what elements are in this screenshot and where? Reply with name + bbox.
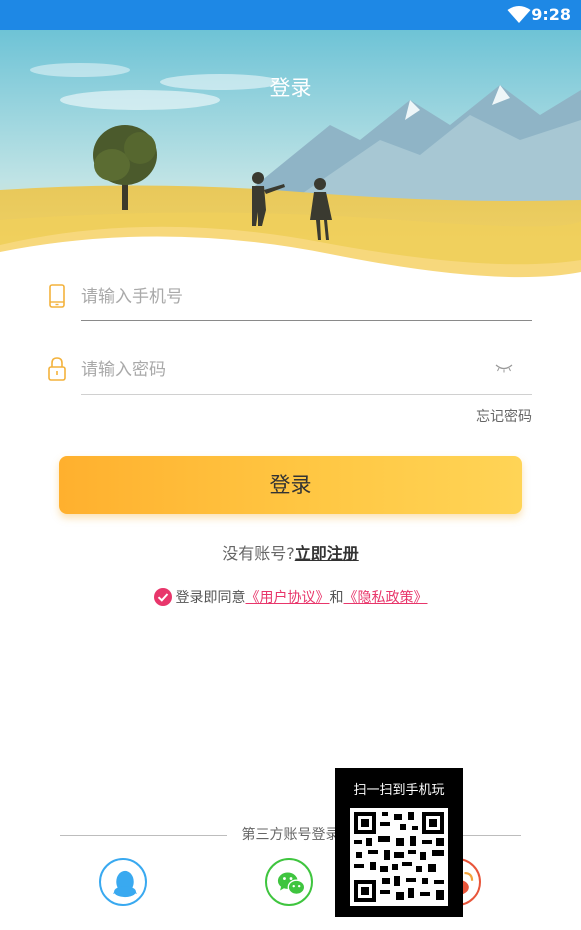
qr-title: 扫一扫到手机玩 [353,783,445,798]
qr-code-image [354,812,444,902]
register-row: 没有账号?立即注册 [0,543,581,565]
privacy-policy-link[interactable]: 《隐私政策》 [344,590,428,606]
wechat-login-button[interactable] [265,858,313,906]
hero-illustration [0,30,581,280]
lock-icon [48,357,66,381]
eye-closed-icon[interactable] [494,362,514,374]
check-circle-icon[interactable] [153,588,172,606]
qq-login-button[interactable] [99,858,147,906]
page-title: 登录 [269,76,312,100]
agreement-row: 登录即同意《用户协议》和《隐私政策》 [0,587,581,609]
agreement-prefix: 登录即同意 [175,590,246,606]
phone-underline [81,320,532,321]
wechat-icon [277,872,306,896]
hero-banner: 登录 [0,30,581,280]
status-bar: 9:28 [0,0,581,30]
password-input[interactable] [81,355,481,385]
wifi-icon [507,6,531,23]
register-link[interactable]: 立即注册 [295,544,359,563]
password-underline [81,394,532,395]
third-party-label: 第三方账号登录 [241,827,340,843]
forgot-password-link[interactable]: 忘记密码 [476,408,532,426]
login-button[interactable]: 登录 [59,456,522,514]
password-field [46,353,532,395]
agreement-conjunction: 和 [329,590,344,606]
register-prompt: 没有账号? [222,544,295,563]
qr-popup: 扫一扫到手机玩 [335,768,463,917]
qq-icon [113,870,137,898]
phone-input[interactable] [81,282,521,312]
user-agreement-link[interactable]: 《用户协议》 [246,590,330,606]
qr-code [350,808,448,906]
phone-icon [49,284,65,308]
phone-field [46,280,532,322]
status-time: 9:28 [531,5,571,24]
